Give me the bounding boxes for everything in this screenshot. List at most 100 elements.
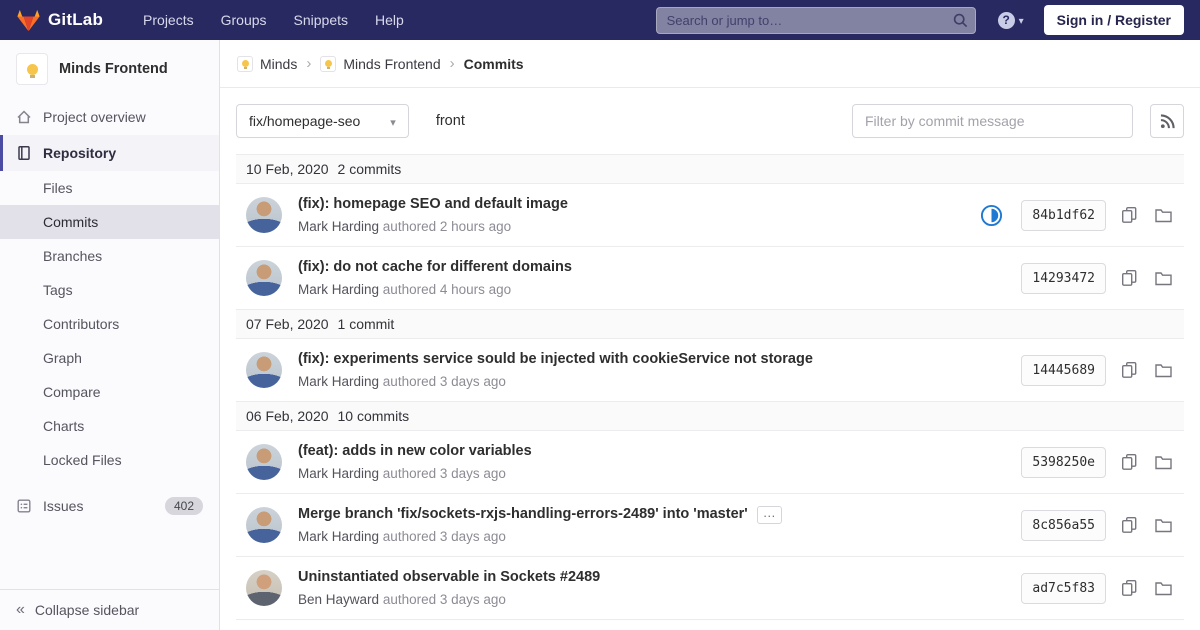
copy-icon <box>1122 454 1137 470</box>
commit-author-link[interactable]: Mark Harding <box>298 219 379 234</box>
commit-info: (feat): adds in new color variables Mark… <box>298 442 532 482</box>
sidebar-item-graph[interactable]: Graph <box>0 341 219 375</box>
sidebar-item-compare[interactable]: Compare <box>0 375 219 409</box>
commit-filter-input[interactable] <box>852 104 1133 138</box>
commit-title-link[interactable]: Uninstantiated observable in Sockets #24… <box>298 568 600 587</box>
current-path-link[interactable]: front <box>436 113 465 129</box>
project-sidebar: Minds Frontend Project overview Reposito… <box>0 40 220 630</box>
breadcrumb-label: Minds Frontend <box>343 55 441 72</box>
folder-icon <box>1155 363 1172 377</box>
sidebar-item-contributors[interactable]: Contributors <box>0 307 219 341</box>
commit-author-avatar[interactable] <box>246 260 282 296</box>
breadcrumb-group-link[interactable]: Minds <box>237 55 298 72</box>
nav-snippets[interactable]: Snippets <box>294 12 348 28</box>
commit-info: Merge branch 'fix/sockets-rxjs-handling-… <box>298 505 782 545</box>
copy-sha-button[interactable] <box>1120 578 1139 598</box>
global-search <box>655 6 976 34</box>
breadcrumb-project-link[interactable]: Minds Frontend <box>320 55 441 72</box>
sidebar-item-commits[interactable]: Commits <box>0 205 219 239</box>
rss-icon <box>1160 113 1175 128</box>
commit-sha-button[interactable]: 14293472 <box>1021 262 1106 294</box>
collapse-label: Collapse sidebar <box>34 602 140 618</box>
commit-author-avatar[interactable] <box>246 197 282 233</box>
commit-title-link[interactable]: (fix): experiments service sould be inje… <box>298 350 813 369</box>
commit-actions: ad7c5f83 <box>1021 572 1174 604</box>
commit-actions: 5398250e <box>1021 446 1174 478</box>
commit-date: 10 Feb, 2020 <box>246 161 329 177</box>
breadcrumb-separator-icon <box>306 55 311 72</box>
sidebar-item-branches[interactable]: Branches <box>0 239 219 273</box>
project-link[interactable]: Minds Frontend <box>0 40 219 99</box>
commit-title-link[interactable]: Merge branch 'fix/sockets-rxjs-handling-… <box>298 505 748 524</box>
commit-sha-button[interactable]: 14445689 <box>1021 354 1106 386</box>
sidebar-item-label: Repository <box>43 145 117 161</box>
commit-date-header: 06 Feb, 2020 10 commits <box>236 402 1184 431</box>
commit-sha-button[interactable]: 5398250e <box>1021 446 1106 478</box>
sidebar-item-locked-files[interactable]: Locked Files <box>0 443 219 477</box>
sidebar-item-repository[interactable]: Repository <box>0 135 219 171</box>
commit-author-link[interactable]: Mark Harding <box>298 282 379 297</box>
commit-authored-time: authored 3 days ago <box>382 374 506 389</box>
copy-sha-button[interactable] <box>1120 452 1139 472</box>
commit-title-link[interactable]: (fix): homepage SEO and default image <box>298 195 568 214</box>
copy-sha-button[interactable] <box>1120 268 1139 288</box>
sidebar-item-charts[interactable]: Charts <box>0 409 219 443</box>
browse-files-button[interactable] <box>1153 453 1174 472</box>
sidebar-item-files[interactable]: Files <box>0 171 219 205</box>
commit-author-link[interactable]: Mark Harding <box>298 466 379 481</box>
commit-author-avatar[interactable] <box>246 352 282 388</box>
commit-row: (fix): homepage SEO and default image Ma… <box>236 184 1184 247</box>
nav-projects[interactable]: Projects <box>143 12 194 28</box>
commit-date: 07 Feb, 2020 <box>246 316 329 332</box>
browse-files-button[interactable] <box>1153 516 1174 535</box>
copy-icon <box>1122 517 1137 533</box>
commit-actions: 14445689 <box>1021 354 1174 386</box>
sidebar-item-project-overview[interactable]: Project overview <box>0 99 219 135</box>
commit-sha-button[interactable]: ad7c5f83 <box>1021 572 1106 604</box>
nav-groups[interactable]: Groups <box>221 12 267 28</box>
copy-sha-button[interactable] <box>1120 205 1139 225</box>
commit-authored-time: authored 3 days ago <box>382 592 506 607</box>
commit-author-link[interactable]: Mark Harding <box>298 529 379 544</box>
commit-sha-button[interactable]: 84b1df62 <box>1021 199 1106 231</box>
branch-selector-dropdown[interactable]: fix/homepage-seo <box>236 104 409 138</box>
commit-author-link[interactable]: Mark Harding <box>298 374 379 389</box>
repository-submenu: Files Commits Branches Tags Contributors… <box>0 171 219 477</box>
sidebar-item-issues[interactable]: Issues 402 <box>0 487 219 525</box>
commit-date-header: 10 Feb, 2020 2 commits <box>236 155 1184 184</box>
commits-feed-button[interactable] <box>1150 104 1184 138</box>
copy-icon <box>1122 362 1137 378</box>
sign-in-register-button[interactable]: Sign in / Register <box>1043 5 1184 35</box>
nav-help[interactable]: Help <box>375 12 404 28</box>
copy-sha-button[interactable] <box>1120 360 1139 380</box>
commit-list: 10 Feb, 2020 2 commits (fix): homepage S… <box>236 154 1184 620</box>
commit-author-avatar[interactable] <box>246 444 282 480</box>
commit-author-link[interactable]: Ben Hayward <box>298 592 379 607</box>
commit-author-avatar[interactable] <box>246 570 282 606</box>
browse-files-button[interactable] <box>1153 579 1174 598</box>
main-nav: Projects Groups Snippets Help <box>143 12 404 28</box>
commit-title-link[interactable]: (fix): do not cache for different domain… <box>298 258 572 277</box>
commit-actions: 14293472 <box>1021 262 1174 294</box>
toggle-commit-description-button[interactable]: … <box>756 505 782 524</box>
project-name: Minds Frontend <box>59 61 168 77</box>
commit-date: 06 Feb, 2020 <box>246 408 329 424</box>
copy-sha-button[interactable] <box>1120 515 1139 535</box>
breadcrumb-label: Minds <box>260 55 298 72</box>
commit-sha-button[interactable]: 8c856a55 <box>1021 509 1106 541</box>
repository-icon <box>18 146 30 160</box>
commit-author-avatar[interactable] <box>246 507 282 543</box>
folder-icon <box>1155 208 1172 222</box>
gitlab-tanuki-icon <box>17 9 40 32</box>
browse-files-button[interactable] <box>1153 361 1174 380</box>
pipeline-status-icon[interactable] <box>980 204 1003 227</box>
gitlab-home-link[interactable]: GitLab <box>16 8 103 32</box>
commit-info: Uninstantiated observable in Sockets #24… <box>298 568 600 608</box>
commit-title-link[interactable]: (feat): adds in new color variables <box>298 442 532 461</box>
browse-files-button[interactable] <box>1153 269 1174 288</box>
collapse-sidebar-button[interactable]: « Collapse sidebar <box>0 589 219 630</box>
search-input[interactable] <box>655 6 976 34</box>
help-menu[interactable]: ? <box>997 11 1024 29</box>
browse-files-button[interactable] <box>1153 206 1174 225</box>
sidebar-item-tags[interactable]: Tags <box>0 273 219 307</box>
